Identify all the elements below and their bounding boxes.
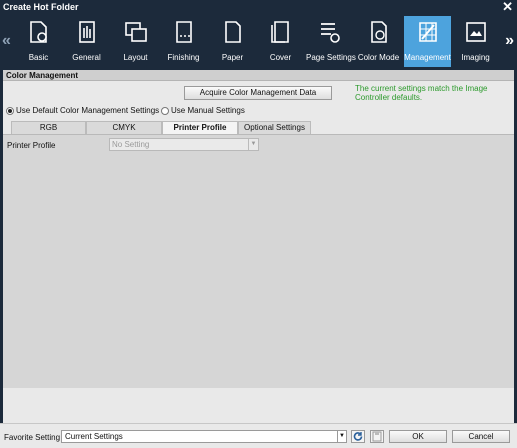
radio-manual-settings[interactable]: Use Manual Settings <box>161 106 245 115</box>
settings-panel: Color Management Acquire Color Managemen… <box>3 70 514 423</box>
scroll-left-icon[interactable]: « <box>2 32 11 50</box>
toolbar-management-label: Management <box>404 53 451 62</box>
radio-default-indicator[interactable] <box>6 106 14 115</box>
printer-profile-label: Printer Profile <box>7 141 56 150</box>
toolbar-imaging-button[interactable]: Imaging <box>452 16 499 67</box>
imaging-icon <box>466 22 486 42</box>
chevron-down-icon: ▼ <box>337 431 346 442</box>
toolbar-cover-button[interactable]: Cover <box>257 16 304 67</box>
tab-cmyk[interactable]: CMYK <box>86 121 162 134</box>
toolbar-basic-label: Basic <box>28 53 49 62</box>
tab-printer-profile[interactable]: Printer Profile <box>162 121 238 134</box>
toolbar-layout-button[interactable]: Layout <box>112 16 159 67</box>
save-icon <box>372 431 382 442</box>
toolbar-management-button[interactable]: Management <box>404 16 451 67</box>
toolbar-page-settings-button[interactable]: Page Settings <box>306 16 356 67</box>
favorite-setting-value: Current Settings <box>65 432 123 441</box>
defaults-note: The current settings match the Image Con… <box>355 84 488 102</box>
panel-lower-area <box>3 389 514 423</box>
radio-default-label: Use Default Color Management Settings <box>16 106 160 115</box>
color-mode-icon <box>371 21 387 43</box>
favorite-setting-select[interactable]: Current Settings ▼ <box>61 430 347 443</box>
management-icon <box>419 22 437 42</box>
scroll-right-icon[interactable]: » <box>505 32 514 50</box>
radio-default-settings[interactable]: Use Default Color Management Settings <box>6 106 159 115</box>
close-icon[interactable]: ✕ <box>502 0 513 15</box>
ok-button[interactable]: OK <box>389 430 447 443</box>
toolbar-imaging-label: Imaging <box>461 53 490 62</box>
finishing-icon <box>176 21 192 43</box>
toolbar-paper-button[interactable]: Paper <box>209 16 256 67</box>
refresh-icon <box>353 432 363 441</box>
printer-profile-value: No Setting <box>112 140 150 149</box>
chevron-down-icon: ▼ <box>248 139 258 150</box>
save-favorite-button[interactable] <box>370 430 384 443</box>
footer-bar: Favorite Setting Current Settings ▼ OK C… <box>0 423 517 448</box>
toolbar-page-settings-label: Page Settings <box>306 53 356 62</box>
page-settings-icon <box>321 23 340 43</box>
section-title: Color Management <box>3 70 514 81</box>
cover-icon <box>271 21 289 43</box>
toolbar-general-label: General <box>72 53 101 62</box>
general-icon <box>79 21 95 43</box>
basic-icon <box>30 21 47 43</box>
toolbar-cover-label: Cover <box>269 53 292 62</box>
toolbar-finishing-button[interactable]: Finishing <box>160 16 207 67</box>
tab-optional-settings[interactable]: Optional Settings <box>238 121 311 134</box>
refresh-button[interactable] <box>351 430 365 443</box>
radio-manual-indicator[interactable] <box>161 106 169 115</box>
title-bar: Create Hot Folder ✕ <box>0 0 517 14</box>
toolbar-layout-label: Layout <box>123 53 148 62</box>
paper-icon <box>225 21 241 43</box>
category-toolbar: « Basic General Layout Finishing Paper C… <box>0 14 517 69</box>
radio-manual-label: Use Manual Settings <box>171 106 245 115</box>
toolbar-general-button[interactable]: General <box>63 16 110 67</box>
cancel-button[interactable]: Cancel <box>452 430 510 443</box>
tab-rgb[interactable]: RGB <box>11 121 86 134</box>
layout-icon <box>125 22 147 42</box>
toolbar-color-mode-button[interactable]: Color Mode <box>355 16 402 67</box>
printer-profile-select[interactable]: No Setting ▼ <box>109 138 259 151</box>
toolbar-finishing-label: Finishing <box>167 53 200 62</box>
acquire-color-management-button[interactable]: Acquire Color Management Data <box>184 86 332 100</box>
favorite-setting-label: Favorite Setting <box>4 433 61 442</box>
tab-content-area: Printer Profile No Setting ▼ <box>3 134 514 388</box>
toolbar-basic-button[interactable]: Basic <box>15 16 62 67</box>
toolbar-color-mode-label: Color Mode <box>357 53 400 62</box>
toolbar-paper-label: Paper <box>221 53 244 62</box>
window-title: Create Hot Folder <box>3 2 79 12</box>
